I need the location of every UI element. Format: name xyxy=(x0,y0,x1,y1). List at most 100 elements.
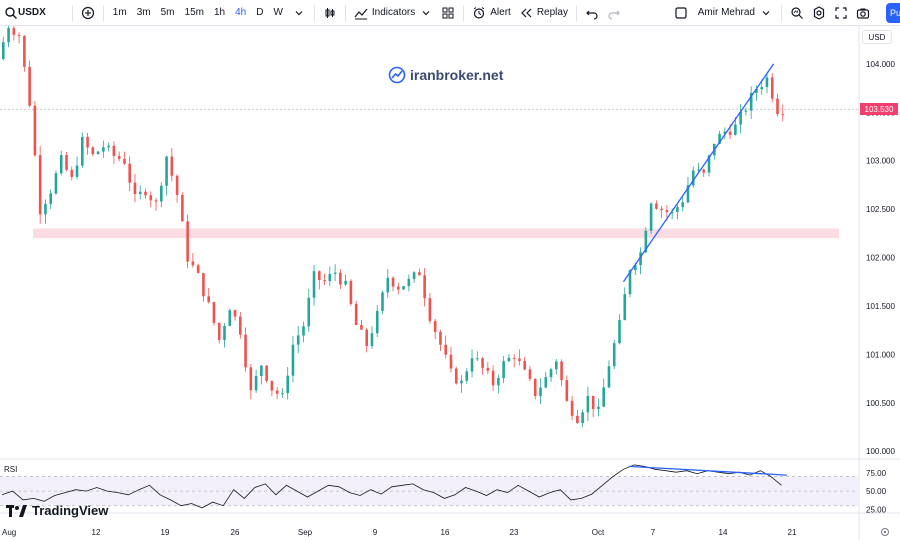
candle[interactable] xyxy=(107,145,110,148)
candle[interactable] xyxy=(133,182,137,194)
candle[interactable] xyxy=(728,131,732,135)
candle[interactable] xyxy=(428,298,432,322)
candle[interactable] xyxy=(233,310,237,317)
timeframe-3m[interactable]: 3m xyxy=(132,0,156,26)
candle[interactable] xyxy=(518,358,521,362)
time-axis-settings-button[interactable] xyxy=(880,527,890,539)
candle[interactable] xyxy=(581,412,584,424)
candle[interactable] xyxy=(275,390,279,394)
candle[interactable] xyxy=(433,321,437,332)
candle[interactable] xyxy=(165,156,168,186)
candle[interactable] xyxy=(75,165,79,177)
candle[interactable] xyxy=(618,320,621,344)
candle[interactable] xyxy=(691,170,695,186)
candle[interactable] xyxy=(439,331,442,345)
candle[interactable] xyxy=(507,357,511,362)
candle[interactable] xyxy=(623,294,627,321)
candle[interactable] xyxy=(344,280,347,285)
candle[interactable] xyxy=(544,377,548,388)
candle[interactable] xyxy=(333,272,337,274)
candle[interactable] xyxy=(470,358,474,372)
rsi-pane-label[interactable]: RSI xyxy=(4,465,17,474)
candle[interactable] xyxy=(175,175,179,195)
candle[interactable] xyxy=(655,203,658,209)
candle[interactable] xyxy=(54,173,58,194)
candle[interactable] xyxy=(117,155,121,159)
currency-selector[interactable]: USD xyxy=(862,30,892,44)
candle[interactable] xyxy=(702,169,706,173)
layouts-button[interactable] xyxy=(437,0,459,26)
candle[interactable] xyxy=(202,273,205,297)
candle[interactable] xyxy=(65,155,68,170)
replay-button[interactable]: Replay xyxy=(515,0,572,26)
candle[interactable] xyxy=(281,393,284,395)
candle[interactable] xyxy=(781,114,785,116)
indicators-button[interactable]: Indicators xyxy=(350,0,437,26)
candle[interactable] xyxy=(555,361,558,370)
candle[interactable] xyxy=(502,361,505,379)
candle[interactable] xyxy=(17,34,21,36)
candle[interactable] xyxy=(397,286,400,290)
candle[interactable] xyxy=(291,344,295,376)
candle[interactable] xyxy=(128,163,131,183)
candle[interactable] xyxy=(760,87,763,90)
candle[interactable] xyxy=(23,35,26,67)
candle[interactable] xyxy=(339,272,342,285)
candle[interactable] xyxy=(49,193,52,204)
candle[interactable] xyxy=(418,272,421,276)
alert-button[interactable]: Alert xyxy=(468,0,515,26)
candle[interactable] xyxy=(676,207,679,212)
price-chart[interactable]: 104.000103.500103.000102.500102.000101.5… xyxy=(0,26,900,540)
candle[interactable] xyxy=(460,380,463,384)
candle[interactable] xyxy=(44,203,47,215)
resistance-zone[interactable] xyxy=(33,228,839,239)
candle[interactable] xyxy=(744,110,748,112)
candle[interactable] xyxy=(302,326,305,336)
candle[interactable] xyxy=(38,155,42,215)
candle[interactable] xyxy=(196,265,200,274)
candle[interactable] xyxy=(154,200,158,202)
candle[interactable] xyxy=(665,210,669,212)
candle[interactable] xyxy=(549,369,553,378)
candle[interactable] xyxy=(254,376,258,391)
chart-type-button[interactable] xyxy=(319,0,341,26)
candle[interactable] xyxy=(497,378,500,386)
candle[interactable] xyxy=(528,369,532,379)
candle[interactable] xyxy=(591,395,595,410)
candle[interactable] xyxy=(381,292,384,311)
candle[interactable] xyxy=(539,387,542,397)
candle[interactable] xyxy=(491,370,495,386)
candle[interactable] xyxy=(217,322,221,340)
candle[interactable] xyxy=(560,361,563,381)
candle[interactable] xyxy=(349,280,353,304)
candle[interactable] xyxy=(576,415,579,424)
timeframe-d[interactable]: D xyxy=(251,0,268,26)
candle[interactable] xyxy=(465,371,469,381)
candle[interactable] xyxy=(328,273,332,282)
candle[interactable] xyxy=(265,365,268,381)
candle[interactable] xyxy=(149,195,153,201)
candle[interactable] xyxy=(207,296,210,303)
candle[interactable] xyxy=(12,28,16,35)
candle[interactable] xyxy=(776,98,779,115)
publish-button[interactable]: Pu xyxy=(886,3,900,23)
timeframe-1m[interactable]: 1m xyxy=(108,0,132,26)
candle[interactable] xyxy=(597,406,600,410)
candle[interactable] xyxy=(734,124,737,135)
candle[interactable] xyxy=(144,191,147,196)
candle[interactable] xyxy=(212,302,216,323)
candle[interactable] xyxy=(249,367,253,391)
candle[interactable] xyxy=(512,357,516,359)
redo-button[interactable] xyxy=(603,0,625,26)
timeframe-1h[interactable]: 1h xyxy=(209,0,230,26)
candle[interactable] xyxy=(454,368,458,384)
candle[interactable] xyxy=(91,147,95,155)
trendline[interactable] xyxy=(622,63,775,283)
candle[interactable] xyxy=(607,366,611,388)
timeframe-15m[interactable]: 15m xyxy=(180,0,209,26)
candle[interactable] xyxy=(423,275,426,299)
candle[interactable] xyxy=(296,335,300,345)
candle[interactable] xyxy=(7,28,10,43)
candle[interactable] xyxy=(312,271,316,298)
candle[interactable] xyxy=(570,400,574,416)
